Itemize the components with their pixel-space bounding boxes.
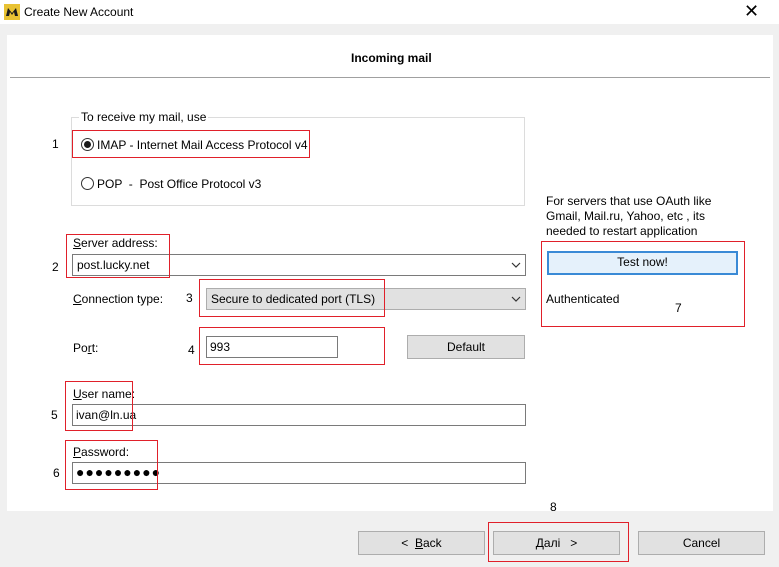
annotation-number-3: 3: [186, 291, 193, 305]
annotation-number-1: 1: [52, 137, 59, 151]
annotation-box-5: [65, 381, 133, 431]
oauth-note: For servers that use OAuth like Gmail, M…: [546, 194, 712, 238]
annotation-box-6: [65, 440, 158, 490]
annotation-number-4: 4: [188, 343, 195, 357]
annotation-box-4: [199, 327, 385, 365]
annotation-number-2: 2: [52, 260, 59, 274]
chevron-down-icon[interactable]: [510, 293, 522, 305]
annotation-box-7: [541, 241, 745, 327]
annotation-number-6: 6: [53, 466, 60, 480]
pop-radio[interactable]: [81, 177, 94, 190]
header-divider: [10, 77, 770, 78]
annotation-box-3: [199, 279, 385, 317]
annotation-box-2: [66, 234, 170, 278]
chevron-down-icon[interactable]: [510, 259, 522, 271]
cancel-button[interactable]: Cancel: [638, 531, 765, 555]
back-button[interactable]: < Back: [358, 531, 485, 555]
page-title: Incoming mail: [351, 51, 432, 65]
connection-type-label: Connection type:: [73, 292, 164, 306]
default-port-button[interactable]: Default: [407, 335, 525, 359]
user-name-input[interactable]: ivan@ln.ua: [72, 404, 526, 426]
window-title: Create New Account: [24, 5, 134, 19]
annotation-box-1: [72, 130, 310, 158]
app-logo-icon: [4, 4, 20, 20]
port-label: Port:: [73, 341, 99, 355]
pop-label[interactable]: POP - Post Office Protocol v3: [97, 177, 261, 191]
next-button[interactable]: Далі >: [493, 531, 620, 555]
protocol-group-legend: To receive my mail, use: [79, 110, 209, 124]
close-icon[interactable]: ✕: [744, 1, 759, 21]
annotation-number-8: 8: [550, 500, 557, 514]
annotation-number-5: 5: [51, 408, 58, 422]
annotation-number-7: 7: [675, 301, 682, 315]
